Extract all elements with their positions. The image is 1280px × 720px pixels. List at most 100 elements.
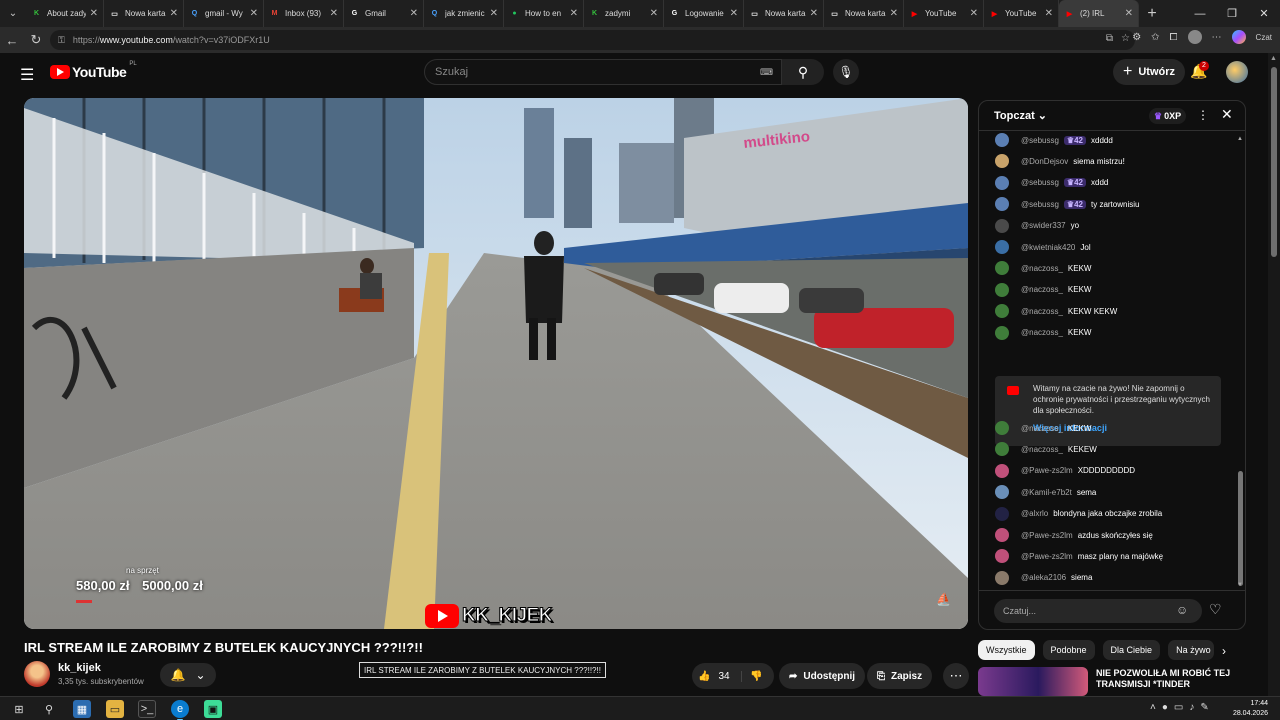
chip-all[interactable]: Wszystkie [978,640,1035,660]
heart-icon[interactable]: ♡ [1209,601,1222,618]
browser-tab[interactable]: ● How to en ✕ [504,0,584,27]
site-info-icon[interactable]: ⚿ [58,35,65,46]
chat-author[interactable]: @naczoss_ [1021,307,1063,316]
chat-author-avatar[interactable] [995,463,1009,478]
chat-message[interactable]: @naczoss_ KEKW [995,282,1091,298]
more-actions-button[interactable]: ⋯ [943,663,969,689]
microphone-icon[interactable]: ● [1162,702,1168,713]
browser-tab[interactable]: ▭ Nowa karta ✕ [744,0,824,27]
chat-close-icon[interactable]: ✕ [1221,106,1233,123]
extensions-icon[interactable]: ⚙ [1132,32,1141,43]
chat-author-avatar[interactable] [995,442,1009,457]
chat-input[interactable]: Czatuj... [994,599,1202,623]
chat-message[interactable]: @Pawe-zs2lm azdus skończyłes się [995,527,1153,543]
collections-icon[interactable]: ⧠ [1170,32,1178,43]
chat-message[interactable]: @Kamil-e7b2t sema [995,484,1096,500]
keyboard-icon[interactable]: ⌨ [760,67,773,78]
chat-scroll-down-icon[interactable]: ▼ [1237,582,1243,588]
chat-message[interactable]: @naczoss_ KEKW [995,420,1091,436]
maximize-icon[interactable]: ❐ [1216,0,1248,27]
tab-close-icon[interactable]: ✕ [170,8,178,19]
scroll-up-icon[interactable]: ▲ [1270,55,1277,62]
tab-close-icon[interactable]: ✕ [410,8,418,19]
chat-author[interactable]: @swider337 [1021,221,1066,230]
dislike-button[interactable]: 👎 [742,671,762,682]
channel-name[interactable]: kk_kijek [58,662,101,674]
chat-author-avatar[interactable] [995,485,1009,500]
voice-search-button[interactable]: 🎙 [833,59,859,85]
chat-scroll-up-icon[interactable]: ▲ [1237,136,1243,142]
page-scrollbar-thumb[interactable] [1271,67,1277,257]
chat-message[interactable]: @alxrlo blondyna jaka obczajke zrobila [995,506,1162,522]
tab-close-icon[interactable]: ✕ [810,8,818,19]
favorite-star-icon[interactable]: ☆ [1121,33,1130,44]
tab-close-icon[interactable]: ✕ [650,8,658,19]
chat-message[interactable]: @sebussg ♛42 ty zartownisiu [995,196,1139,212]
chip-live[interactable]: Na żywo [1168,640,1215,660]
chat-message[interactable]: @DonDejsov siema mistrzu! [995,153,1125,169]
tab-close-icon[interactable]: ✕ [250,8,258,19]
browser-tab[interactable]: M Inbox (93) ✕ [264,0,344,27]
browser-tab[interactable]: Qgmail - Wy ✕ [184,0,264,27]
chat-message[interactable]: @Pawe-zs2lm masz plany na majówkę [995,548,1163,564]
chat-author-avatar[interactable] [995,304,1009,319]
create-button[interactable]: + Utwórz [1113,59,1186,85]
channel-avatar[interactable] [24,661,50,687]
chat-message[interactable]: @aleka2106 siema [995,570,1092,586]
chat-author-avatar[interactable] [995,506,1009,521]
chat-author[interactable]: @naczoss_ [1021,264,1063,273]
settings-more-icon[interactable]: ⋯ [1212,32,1222,43]
user-avatar[interactable] [1226,61,1248,83]
chat-author[interactable]: @aleka2106 [1021,573,1066,582]
app-icon[interactable]: ▣ [204,700,222,718]
chat-author[interactable]: @naczoss_ [1021,445,1063,454]
browser-tab[interactable]: ▶ (2) IRL ✕ [1059,0,1139,27]
pen-icon[interactable]: ✎ [1200,702,1208,713]
new-tab-button[interactable]: + [1139,5,1165,23]
save-button[interactable]: ⎘ Zapisz [867,663,933,689]
search-input[interactable]: Szukaj ⌨ [424,59,782,85]
chevron-right-icon[interactable]: › [1222,644,1226,658]
channel-branding-icon[interactable]: ⛵ [936,592,951,606]
chat-scrollbar-thumb[interactable] [1238,471,1243,586]
subscription-notifications-button[interactable]: 🔔 ⌄ [160,663,216,687]
clock[interactable]: 17:44 28.04.2026 [1232,699,1268,719]
chat-author[interactable]: @Pawe-zs2lm [1021,466,1073,475]
tab-close-icon[interactable]: ✕ [330,8,338,19]
chip-for-you[interactable]: Dla Ciebie [1102,640,1161,660]
chat-author[interactable]: @kwietniak420 [1021,243,1075,252]
recommendation-thumbnail[interactable] [978,667,1088,696]
like-button[interactable]: 👍 34 [692,670,742,682]
volume-icon[interactable]: ♪ [1189,702,1194,713]
chat-author-avatar[interactable] [995,325,1009,340]
tray-overflow-icon[interactable]: ˄ [1150,702,1156,713]
edge-browser-icon[interactable]: e [171,700,189,720]
chat-xp-badge[interactable]: ♛ 0XP [1149,108,1187,124]
chat-message[interactable]: @kwietniak420 Jol [995,239,1091,255]
close-window-icon[interactable]: ✕ [1248,0,1280,27]
tab-close-icon[interactable]: ✕ [90,8,98,19]
browser-tab[interactable]: G Gmail ✕ [344,0,424,27]
chat-options-icon[interactable]: ⋮ [1197,108,1209,122]
chat-message[interactable]: @sebussg ♛42 xddd [995,175,1108,191]
chat-author-avatar[interactable] [995,240,1009,254]
tab-close-icon[interactable]: ✕ [1125,8,1133,19]
browser-tab[interactable]: K About zadymy ✕ [26,0,104,27]
chat-message[interactable]: @naczoss_ KEKW [995,260,1091,276]
recommendation-title[interactable]: NIE POZWOLIŁA MI ROBIĆ TEJ TRANSMISJI *T… [1096,668,1236,690]
emoji-icon[interactable]: ☺ [1176,603,1188,617]
taskbar-search-icon[interactable]: ⚲ [40,700,58,718]
terminal-icon[interactable]: >_ [138,700,156,718]
address-bar[interactable]: ⚿ https://www.youtube.com/watch?v=v37iOD… [50,30,1135,50]
browser-tab[interactable]: ▭ Nowa karta ✕ [824,0,904,27]
tab-close-icon[interactable]: ✕ [1045,8,1053,19]
network-icon[interactable]: ▭ [1174,702,1183,713]
tab-close-icon[interactable]: ✕ [730,8,738,19]
chat-author-avatar[interactable] [995,528,1009,542]
browser-tab[interactable]: Qjak zmienic ✕ [424,0,504,27]
chat-message[interactable]: @naczoss_ KEKW KEKW [995,303,1117,319]
chat-message[interactable]: @naczoss_ KEKW [995,325,1091,341]
chat-author-avatar[interactable] [995,261,1009,276]
chat-message[interactable]: @swider337 yo [995,218,1079,234]
chat-author[interactable]: @DonDejsov [1021,157,1068,166]
